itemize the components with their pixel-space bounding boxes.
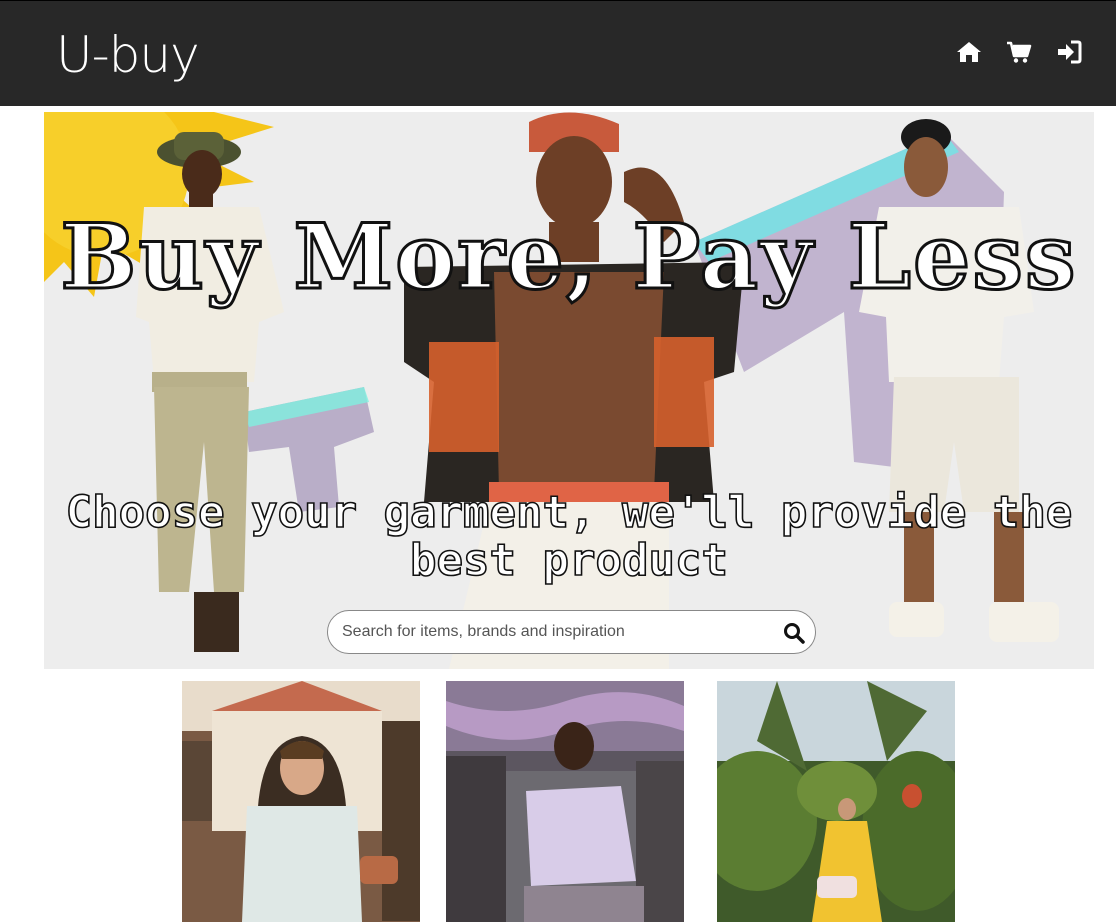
search-input[interactable] (342, 611, 772, 653)
product-photo-man-white-tee (182, 681, 420, 922)
home-icon[interactable] (956, 39, 982, 65)
search-bar (327, 610, 816, 654)
product-card-1[interactable] (182, 681, 420, 922)
product-photo-woman-yellow-dress (717, 681, 955, 922)
hero-title: Buy More, Pay Less (59, 204, 1078, 310)
product-card-2[interactable] (446, 681, 684, 922)
product-photo-man-lilac-shirt (446, 681, 684, 922)
sign-in-icon[interactable] (1056, 39, 1082, 65)
search-icon[interactable] (783, 622, 805, 644)
top-navbar: U-buy (0, 0, 1116, 106)
hero-subtitle: Choose your garment, we'll provide the b… (65, 487, 1073, 586)
brand-logo[interactable]: U-buy (56, 27, 200, 83)
nav-icons (956, 39, 1082, 65)
hero-banner: Buy More, Pay Less Choose your garment, … (44, 112, 1094, 669)
cart-icon[interactable] (1006, 39, 1032, 65)
product-card-3[interactable] (717, 681, 955, 922)
